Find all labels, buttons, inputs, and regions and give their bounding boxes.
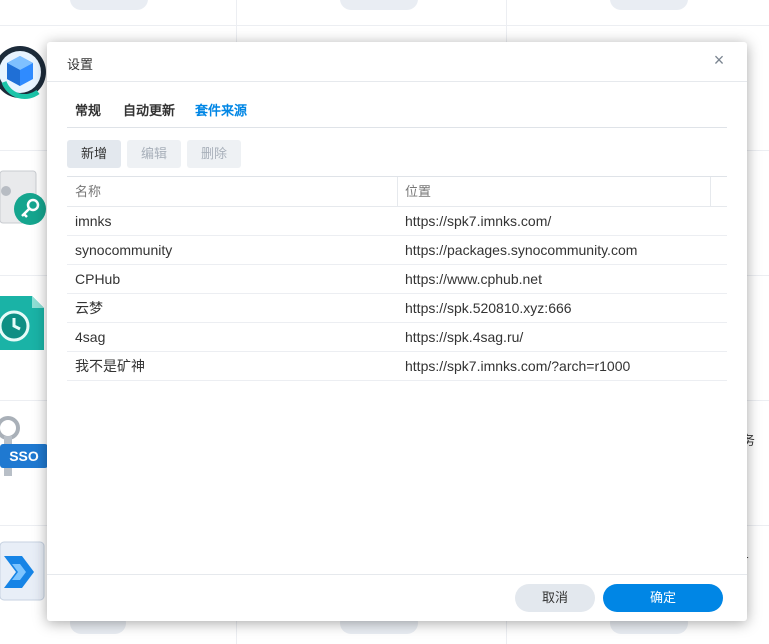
table-row[interactable]: 4sag https://spk.4sag.ru/ xyxy=(67,323,727,352)
cube-backup-icon xyxy=(0,46,46,99)
column-divider[interactable] xyxy=(710,177,711,206)
source-location: https://spk7.imnks.com/?arch=r1000 xyxy=(405,358,631,374)
add-button[interactable]: 新增 xyxy=(67,140,121,168)
source-location: https://www.cphub.net xyxy=(405,271,542,287)
package-action-button[interactable] xyxy=(70,0,148,10)
column-divider[interactable] xyxy=(397,177,398,206)
source-location: https://packages.synocommunity.com xyxy=(405,242,638,258)
table-row[interactable]: 我不是矿神 https://spk7.imnks.com/?arch=r1000 xyxy=(67,352,727,381)
clock-document-icon xyxy=(0,296,44,350)
grid-divider xyxy=(0,25,769,26)
svg-text:SSO: SSO xyxy=(9,448,39,464)
package-action-button[interactable] xyxy=(340,0,418,10)
source-name: 4sag xyxy=(75,329,106,345)
ok-button[interactable]: 确定 xyxy=(603,584,723,612)
tab-auto-update[interactable]: 自动更新 xyxy=(123,100,175,119)
divider xyxy=(47,574,747,575)
table-row[interactable]: CPHub https://www.cphub.net xyxy=(67,265,727,294)
dialog-title: 设置 xyxy=(67,57,94,72)
source-name: 云梦 xyxy=(75,300,103,316)
edit-button[interactable]: 编辑 xyxy=(127,140,181,168)
vault-key-icon xyxy=(0,170,46,225)
source-location: https://spk.4sag.ru/ xyxy=(405,329,524,345)
table-row[interactable]: 云梦 https://spk.520810.xyz:666 xyxy=(67,294,727,323)
delete-button[interactable]: 删除 xyxy=(187,140,241,168)
table-header: 名称 位置 xyxy=(67,176,727,207)
package-source-table: 名称 位置 imnks https://spk7.imnks.com/ syno… xyxy=(67,176,727,381)
source-location: https://spk.520810.xyz:666 xyxy=(405,300,572,316)
package-action-button[interactable] xyxy=(610,0,688,10)
source-name: CPHub xyxy=(75,271,121,287)
close-icon[interactable]: × xyxy=(711,51,727,69)
source-name: synocommunity xyxy=(75,242,173,258)
cancel-button[interactable]: 取消 xyxy=(515,584,595,612)
tab-package-sources[interactable]: 套件来源 xyxy=(195,100,247,119)
divider xyxy=(67,127,727,128)
divider xyxy=(47,81,747,82)
tab-general[interactable]: 常规 xyxy=(75,100,101,119)
chevron-app-icon xyxy=(0,541,45,601)
table-row[interactable]: synocommunity https://packages.synocommu… xyxy=(67,236,727,265)
source-name: 我不是矿神 xyxy=(75,358,145,374)
source-location: https://spk7.imnks.com/ xyxy=(405,213,552,229)
source-name: imnks xyxy=(75,213,112,229)
sso-key-icon: SSO xyxy=(0,416,48,476)
settings-dialog: 设置 × 常规 自动更新 套件来源 新增 编辑 删除 名称 位置 imnks h… xyxy=(47,42,747,621)
table-row[interactable]: imnks https://spk7.imnks.com/ xyxy=(67,207,727,236)
column-header-location[interactable]: 位置 xyxy=(405,177,431,206)
column-header-name[interactable]: 名称 xyxy=(75,177,101,206)
